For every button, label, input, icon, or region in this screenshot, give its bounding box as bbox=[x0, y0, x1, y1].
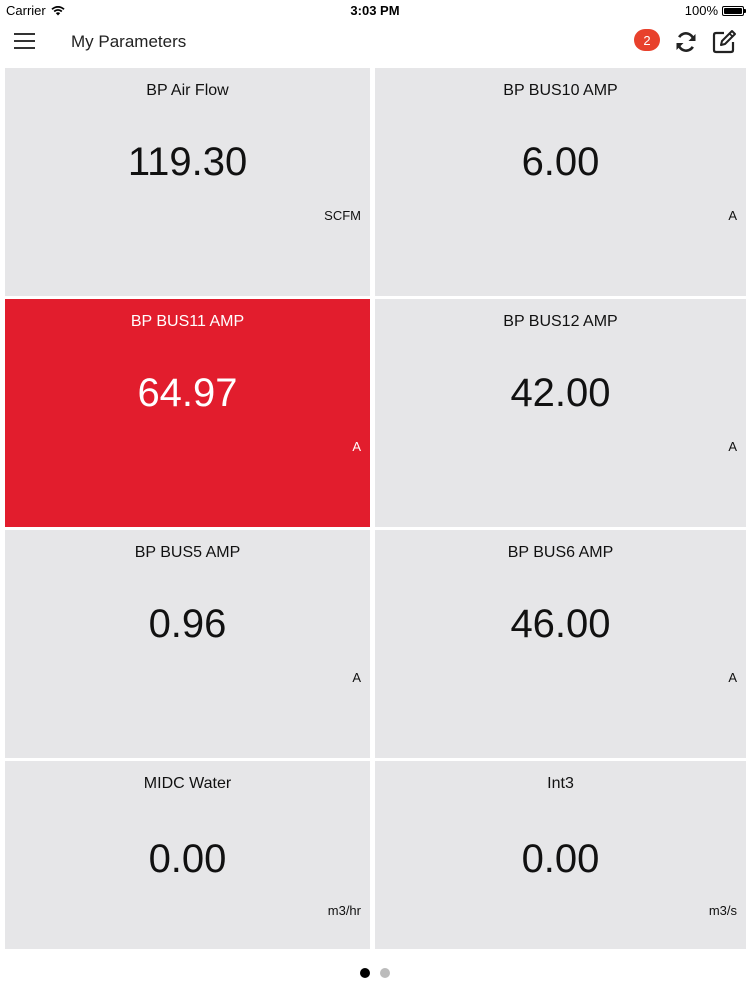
edit-icon[interactable] bbox=[711, 29, 737, 55]
hamburger-menu-icon[interactable] bbox=[14, 32, 36, 50]
parameter-value: 6.00 bbox=[521, 140, 600, 184]
page-indicator bbox=[0, 968, 750, 978]
parameter-unit: SCFM bbox=[324, 208, 361, 223]
parameter-tile[interactable]: BP BUS6 AMP 46.00 A bbox=[375, 530, 746, 758]
parameter-value: 46.00 bbox=[510, 602, 611, 646]
parameter-tile[interactable]: Int3 0.00 m3/s bbox=[375, 761, 746, 949]
parameter-value: 0.00 bbox=[148, 837, 227, 881]
parameter-unit: A bbox=[728, 439, 737, 454]
parameter-value: 0.96 bbox=[148, 602, 227, 646]
parameter-unit: A bbox=[352, 670, 361, 685]
page-dot[interactable] bbox=[380, 968, 390, 978]
parameter-unit: m3/s bbox=[708, 903, 737, 918]
parameter-unit: m3/hr bbox=[327, 903, 361, 918]
battery-percent: 100% bbox=[684, 3, 718, 18]
parameter-value: 42.00 bbox=[510, 371, 611, 415]
page-title: My Parameters bbox=[71, 32, 187, 51]
status-time: 3:03 PM bbox=[350, 3, 400, 18]
battery-icon bbox=[722, 5, 746, 16]
nav-bar: My Parameters 2 bbox=[0, 22, 750, 62]
parameter-tile[interactable]: BP Air Flow 119.30 SCFM bbox=[5, 68, 370, 296]
parameter-tile[interactable]: BP BUS12 AMP 42.00 A bbox=[375, 299, 746, 527]
battery-indicator: 100% bbox=[684, 3, 746, 18]
parameter-name: BP BUS6 AMP bbox=[507, 544, 614, 561]
parameter-name: Int3 bbox=[547, 775, 574, 792]
status-bar: Carrier 3:03 PM 100% bbox=[0, 0, 750, 22]
parameter-tile[interactable]: BP BUS11 AMP 64.97 A bbox=[5, 299, 370, 527]
parameter-unit: A bbox=[352, 439, 361, 454]
parameter-value: 119.30 bbox=[127, 140, 248, 184]
parameter-unit: A bbox=[728, 208, 737, 223]
parameter-name: BP BUS5 AMP bbox=[134, 544, 241, 561]
parameter-value: 64.97 bbox=[137, 371, 238, 415]
page-dot[interactable] bbox=[360, 968, 370, 978]
parameter-tile[interactable]: BP BUS10 AMP 6.00 A bbox=[375, 68, 746, 296]
parameter-unit: A bbox=[728, 670, 737, 685]
parameters-grid: BP Air Flow 119.30 SCFM BP BUS10 AMP 6.0… bbox=[5, 68, 746, 950]
parameter-name: MIDC Water bbox=[143, 775, 232, 792]
parameter-name: BP Air Flow bbox=[146, 82, 229, 99]
parameter-name: BP BUS11 AMP bbox=[130, 313, 245, 330]
parameter-tile[interactable]: MIDC Water 0.00 m3/hr bbox=[5, 761, 370, 949]
parameter-tile[interactable]: BP BUS5 AMP 0.96 A bbox=[5, 530, 370, 758]
parameter-value: 0.00 bbox=[521, 837, 600, 881]
notification-badge[interactable]: 2 bbox=[634, 29, 660, 51]
parameter-name: BP BUS10 AMP bbox=[503, 82, 618, 99]
parameter-name: BP BUS12 AMP bbox=[503, 313, 618, 330]
refresh-icon[interactable] bbox=[674, 30, 698, 54]
